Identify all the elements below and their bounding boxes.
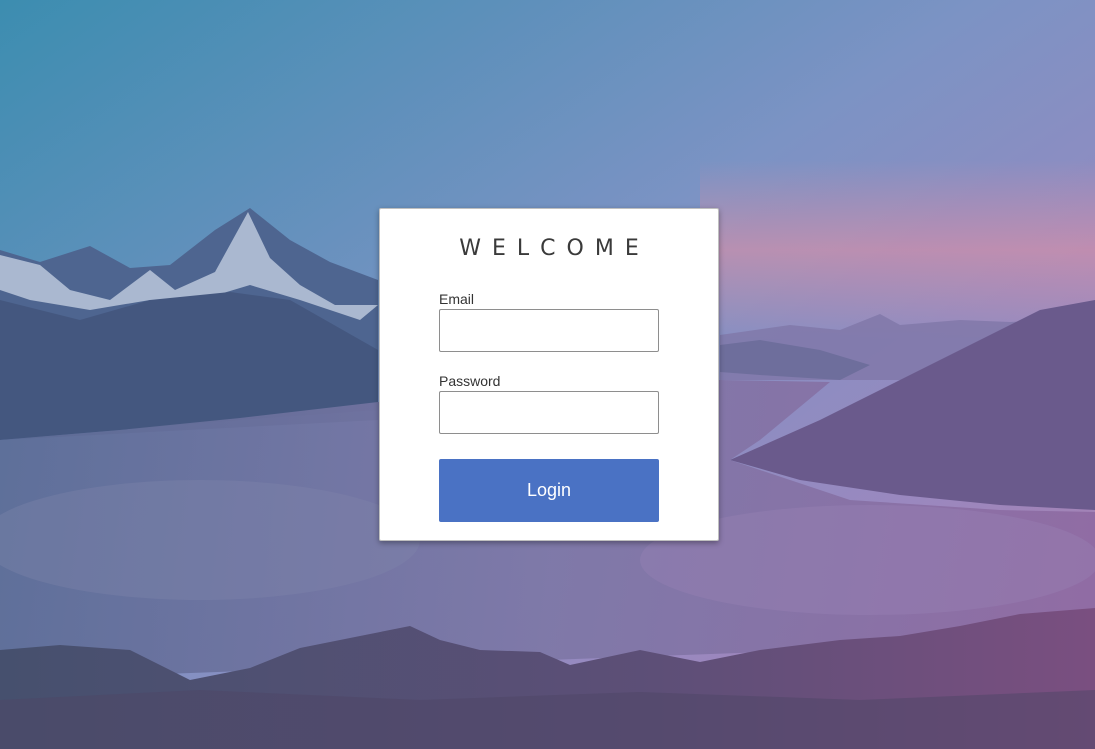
welcome-title: WELCOME xyxy=(459,236,650,261)
password-field[interactable] xyxy=(439,391,659,434)
login-card: WELCOME Email Password Login xyxy=(379,208,719,541)
password-label: Password xyxy=(439,373,501,389)
email-label: Email xyxy=(439,291,475,307)
login-button[interactable]: Login xyxy=(439,459,659,522)
login-page: WELCOME Email Password Login xyxy=(0,0,1095,749)
email-field[interactable] xyxy=(439,309,659,352)
